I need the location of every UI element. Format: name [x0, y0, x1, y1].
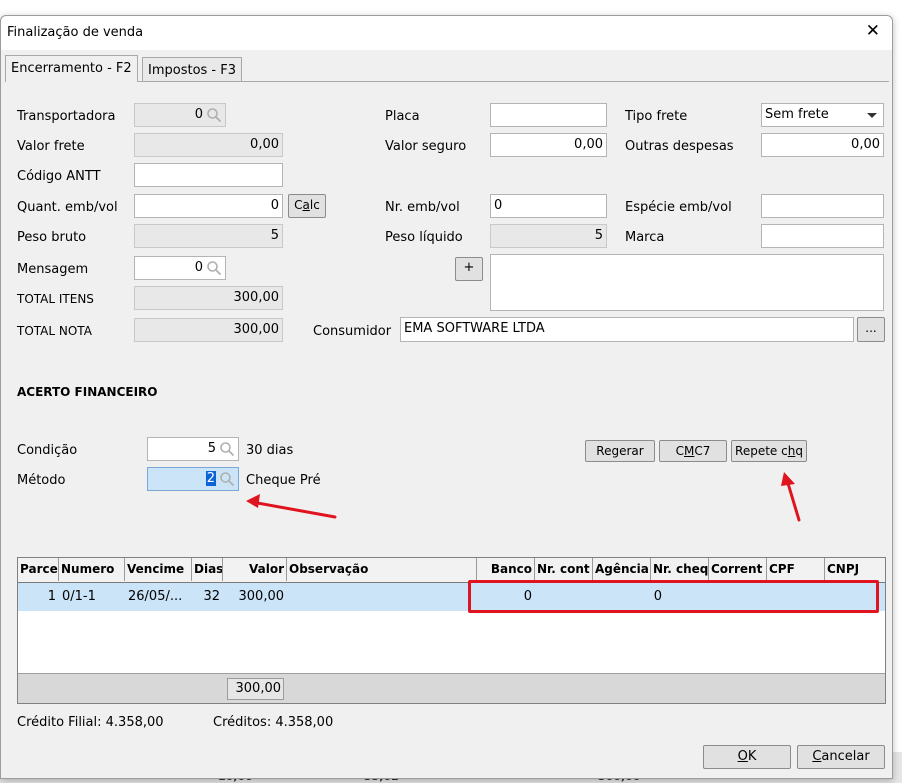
cell-nr-cheque [665, 583, 709, 611]
metodo-label: Método [17, 473, 66, 488]
cell-agencia: 0 [653, 589, 662, 604]
installments-grid: Parce Numero Vencime Dias Valor Observaç… [17, 557, 886, 704]
column-header[interactable]: CPF [767, 558, 825, 581]
tipo-frete-label: Tipo frete [625, 109, 688, 124]
cell-vencimento: 26/05/... [128, 589, 183, 604]
creditos-text: Créditos: 4.358,00 [213, 715, 334, 730]
outras-despesas-label: Outras despesas [625, 139, 734, 154]
total-nota-label: TOTAL NOTA [17, 324, 92, 338]
marca-input[interactable] [761, 224, 884, 248]
column-header[interactable]: Nr. cheq [651, 558, 709, 581]
column-header[interactable]: Vencime [125, 558, 192, 581]
marca-label: Marca [625, 230, 665, 245]
valor-frete-label: Valor frete [17, 139, 85, 154]
tab-encerramento[interactable]: Encerramento - F2 [5, 55, 138, 82]
table-row[interactable]: 1 0/1-1 26/05/... 32 300,00 0 0 [18, 583, 885, 611]
codigo-antt-label: Código ANTT [17, 169, 101, 184]
tab-impostos[interactable]: Impostos - F3 [142, 57, 243, 82]
condicao-input[interactable]: 5 [147, 437, 239, 461]
grid-total-valor: 300,00 [227, 678, 284, 700]
outras-despesas-input[interactable]: 0,00 [761, 133, 884, 157]
window-title: Finalização de venda [7, 25, 144, 40]
column-header[interactable]: CNPJ [825, 558, 885, 581]
column-header[interactable]: Observação [287, 558, 477, 581]
search-icon[interactable] [219, 471, 235, 487]
grid-header: Parce Numero Vencime Dias Valor Observaç… [18, 558, 885, 583]
nr-emb-label: Nr. emb/vol [385, 200, 460, 215]
cell-valor: 300,00 [238, 589, 285, 604]
cell-cnpj [825, 583, 885, 611]
title-bar: Finalização de venda ✕ [1, 16, 892, 50]
column-header[interactable]: Corrent [709, 558, 767, 581]
ok-button[interactable]: OK [703, 745, 791, 769]
peso-liquido-label: Peso líquido [385, 230, 463, 245]
total-itens-value: 300,00 [134, 286, 283, 310]
consumidor-browse-button[interactable]: ... [857, 317, 885, 342]
search-icon[interactable] [219, 441, 235, 457]
search-icon[interactable] [206, 260, 222, 276]
column-header[interactable]: Dias [192, 558, 223, 581]
metodo-input[interactable]: 2 [147, 467, 239, 491]
calc-button[interactable]: Calc [288, 194, 326, 218]
peso-bruto-label: Peso bruto [17, 230, 87, 245]
peso-bruto-input[interactable]: 5 [134, 224, 283, 248]
especie-label: Espécie emb/vol [625, 200, 732, 215]
close-icon[interactable]: ✕ [866, 23, 880, 40]
cell-banco: 0 [523, 589, 532, 604]
search-icon[interactable] [206, 107, 222, 123]
quant-emb-label: Quant. emb/vol [17, 200, 118, 215]
column-header[interactable]: Numero [59, 558, 125, 581]
transportadora-label: Transportadora [17, 109, 116, 124]
peso-liquido-input[interactable]: 5 [490, 224, 607, 248]
column-header[interactable]: Agência [593, 558, 651, 581]
placa-label: Placa [385, 109, 420, 124]
section-title: ACERTO FINANCEIRO [17, 385, 158, 399]
cell-parcela: 1 [47, 589, 56, 604]
placa-input[interactable] [490, 103, 607, 127]
condicao-label: Condição [17, 443, 78, 458]
mensagem-label: Mensagem [17, 262, 89, 277]
cell-numero: 0/1-1 [62, 589, 96, 604]
valor-frete-input[interactable]: 0,00 [134, 133, 283, 157]
valor-seguro-label: Valor seguro [385, 139, 467, 154]
credito-filial-text: Crédito Filial: 4.358,00 [17, 715, 164, 730]
valor-seguro-input[interactable]: 0,00 [490, 133, 607, 157]
consumidor-label: Consumidor [313, 324, 392, 339]
add-message-button[interactable]: + [455, 257, 483, 281]
mensagem-input[interactable]: 0 [134, 256, 226, 280]
annotation-arrow-icon [781, 472, 801, 522]
column-header[interactable]: Banco [477, 558, 535, 581]
message-textarea[interactable] [490, 254, 884, 311]
grid-footer: 300,00 [18, 673, 885, 703]
nr-emb-input[interactable]: 0 [490, 194, 607, 218]
cell-cpf [767, 583, 825, 611]
cell-nr-conta [535, 583, 593, 611]
cell-observacao [287, 583, 477, 611]
column-header[interactable]: Valor [223, 558, 287, 581]
total-nota-value: 300,00 [134, 318, 283, 342]
regerar-button[interactable]: Regerar [585, 440, 655, 462]
chevron-down-icon [867, 113, 877, 118]
cancel-button[interactable]: Cancelar [797, 745, 885, 769]
cmc7-button[interactable]: CMC7 [659, 440, 727, 462]
transportadora-input[interactable]: 0 [134, 103, 226, 127]
cell-dias: 32 [203, 589, 220, 604]
codigo-antt-input[interactable] [134, 163, 283, 187]
repete-cheque-button[interactable]: Repete chq [731, 440, 807, 462]
annotation-arrow-icon [246, 494, 337, 519]
column-header[interactable]: Parce [18, 558, 59, 581]
quant-emb-input[interactable]: 0 [134, 194, 283, 218]
total-itens-label: TOTAL ITENS [17, 292, 94, 306]
especie-input[interactable] [761, 194, 884, 218]
cell-correntista [709, 583, 767, 611]
tipo-frete-select[interactable]: Sem frete [761, 103, 884, 127]
column-header[interactable]: Nr. cont [535, 558, 593, 581]
consumidor-input[interactable]: EMA SOFTWARE LTDA [400, 317, 854, 342]
condicao-description: 30 dias [246, 443, 294, 458]
